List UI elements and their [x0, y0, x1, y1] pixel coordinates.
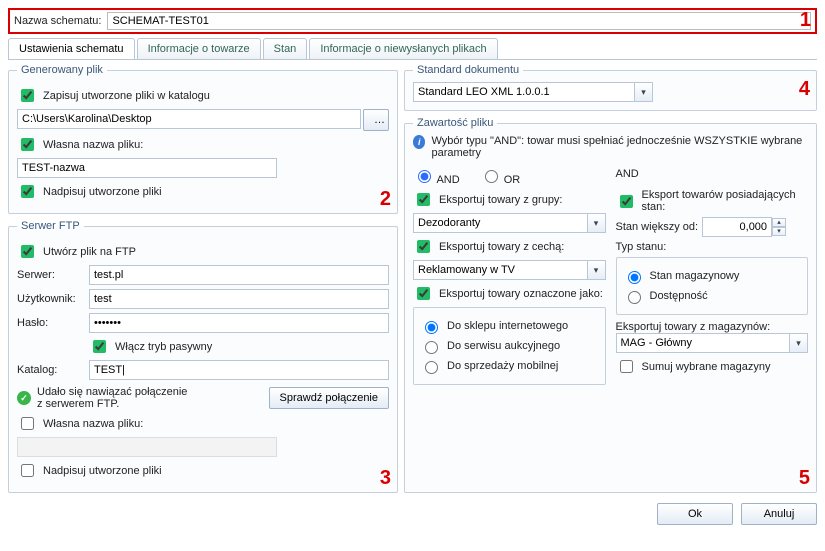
save-in-dir-label: Zapisuj utworzone pliki w katalogu	[43, 90, 210, 102]
group-select[interactable]	[413, 213, 606, 233]
annotation-3: 3	[380, 467, 391, 490]
ftp-user-input[interactable]	[89, 289, 389, 309]
tab-stock[interactable]: Stan	[263, 38, 308, 59]
ftp-group: Serwer FTP Utwórz plik na FTP Serwer: Uż…	[8, 220, 398, 493]
or-radio[interactable]	[485, 170, 498, 183]
ftp-passive-checkbox[interactable]	[93, 340, 106, 353]
generated-file-legend: Generowany plik	[17, 64, 107, 76]
stock-type-avail-radio[interactable]	[628, 291, 641, 304]
tab-product-info[interactable]: Informacje o towarze	[137, 38, 261, 59]
cancel-button[interactable]: Anuluj	[741, 503, 817, 525]
stock-type-mag-radio[interactable]	[628, 271, 641, 284]
exp-marked-checkbox[interactable]	[417, 287, 430, 300]
annotation-1: 1	[800, 9, 811, 32]
annotation-5: 5	[799, 467, 810, 490]
and-heading: AND	[616, 163, 809, 185]
ftp-pass-input[interactable]	[89, 313, 389, 333]
ftp-passive-label: Włącz tryb pasywny	[115, 341, 212, 353]
exp-mag-label: Eksportuj towary z magazynów:	[616, 321, 809, 333]
ftp-server-input[interactable]	[89, 265, 389, 285]
chevron-down-icon[interactable]: ▾	[634, 83, 652, 101]
tab-unsent-files[interactable]: Informacje o niewysłanych plikach	[309, 38, 497, 59]
ftp-own-name-checkbox[interactable]	[21, 417, 34, 430]
ftp-create-checkbox[interactable]	[21, 245, 34, 258]
schema-name-row: Nazwa schematu: 1	[8, 8, 817, 34]
ftp-legend: Serwer FTP	[17, 220, 84, 232]
annotation-4: 4	[799, 78, 810, 101]
save-in-dir-checkbox[interactable]	[21, 89, 34, 102]
path-input[interactable]	[17, 109, 361, 129]
check-connection-button[interactable]: Sprawdź połączenie	[269, 387, 389, 409]
stock-gt-label: Stan większy od:	[616, 221, 699, 233]
dest-shop-radio[interactable]	[425, 321, 438, 334]
content-info-text: Wybór typu "AND": towar musi spełniać je…	[431, 135, 808, 159]
chevron-down-icon[interactable]: ▾	[587, 261, 605, 279]
ftp-dir-label: Katalog:	[17, 364, 83, 376]
content-legend: Zawartość pliku	[413, 117, 497, 129]
footer: Ok Anuluj	[8, 503, 817, 525]
annotation-2: 2	[380, 188, 391, 211]
sum-mag-checkbox[interactable]	[620, 360, 633, 373]
browse-button[interactable]: …	[363, 109, 389, 131]
content-group: Zawartość pliku i Wybór typu "AND": towa…	[404, 117, 817, 493]
ftp-overwrite-label: Nadpisuj utworzone pliki	[43, 465, 162, 477]
ftp-own-name-input	[17, 437, 277, 457]
exp-feat-checkbox[interactable]	[417, 240, 430, 253]
tab-settings[interactable]: Ustawienia schematu	[8, 38, 135, 59]
chevron-down-icon[interactable]: ▾	[587, 214, 605, 232]
generated-file-group: Generowany plik Zapisuj utworzone pliki …	[8, 64, 398, 214]
own-name-checkbox[interactable]	[21, 138, 34, 151]
overwrite-label: Nadpisuj utworzone pliki	[43, 186, 162, 198]
tabs: Ustawienia schematu Informacje o towarze…	[8, 38, 817, 60]
stock-type-label: Typ stanu:	[616, 241, 809, 253]
own-name-label: Własna nazwa pliku:	[43, 139, 143, 151]
file-name-input[interactable]	[17, 158, 277, 178]
dest-auction-radio[interactable]	[425, 341, 438, 354]
spin-up-icon[interactable]: ▴	[772, 218, 786, 227]
standard-group: Standard dokumentu ▾ 4	[404, 64, 817, 111]
chevron-down-icon[interactable]: ▾	[789, 334, 807, 352]
stock-gt-input[interactable]	[702, 217, 772, 237]
info-icon: i	[413, 135, 425, 149]
ftp-own-name-label: Własna nazwa pliku:	[43, 418, 143, 430]
standard-legend: Standard dokumentu	[413, 64, 523, 76]
ftp-overwrite-checkbox[interactable]	[21, 464, 34, 477]
standard-select[interactable]	[413, 82, 653, 102]
spin-down-icon[interactable]: ▾	[772, 227, 786, 236]
ftp-status-text: Udało się nawiązać połączenie z serwerem…	[37, 386, 187, 410]
ftp-server-label: Serwer:	[17, 269, 83, 281]
ok-button[interactable]: Ok	[657, 503, 733, 525]
and-radio[interactable]	[418, 170, 431, 183]
feat-select[interactable]	[413, 260, 606, 280]
exp-group-checkbox[interactable]	[417, 193, 430, 206]
overwrite-checkbox[interactable]	[21, 185, 34, 198]
mag-select[interactable]	[616, 333, 809, 353]
ftp-user-label: Użytkownik:	[17, 293, 83, 305]
schema-name-input[interactable]	[107, 12, 811, 30]
ok-icon: ✓	[17, 391, 31, 405]
ftp-create-label: Utwórz plik na FTP	[43, 246, 136, 258]
schema-name-label: Nazwa schematu:	[14, 15, 101, 27]
ftp-dir-input[interactable]	[89, 360, 389, 380]
dest-mobile-radio[interactable]	[425, 361, 438, 374]
exp-stock-checkbox[interactable]	[620, 195, 633, 208]
ftp-pass-label: Hasło:	[17, 317, 83, 329]
